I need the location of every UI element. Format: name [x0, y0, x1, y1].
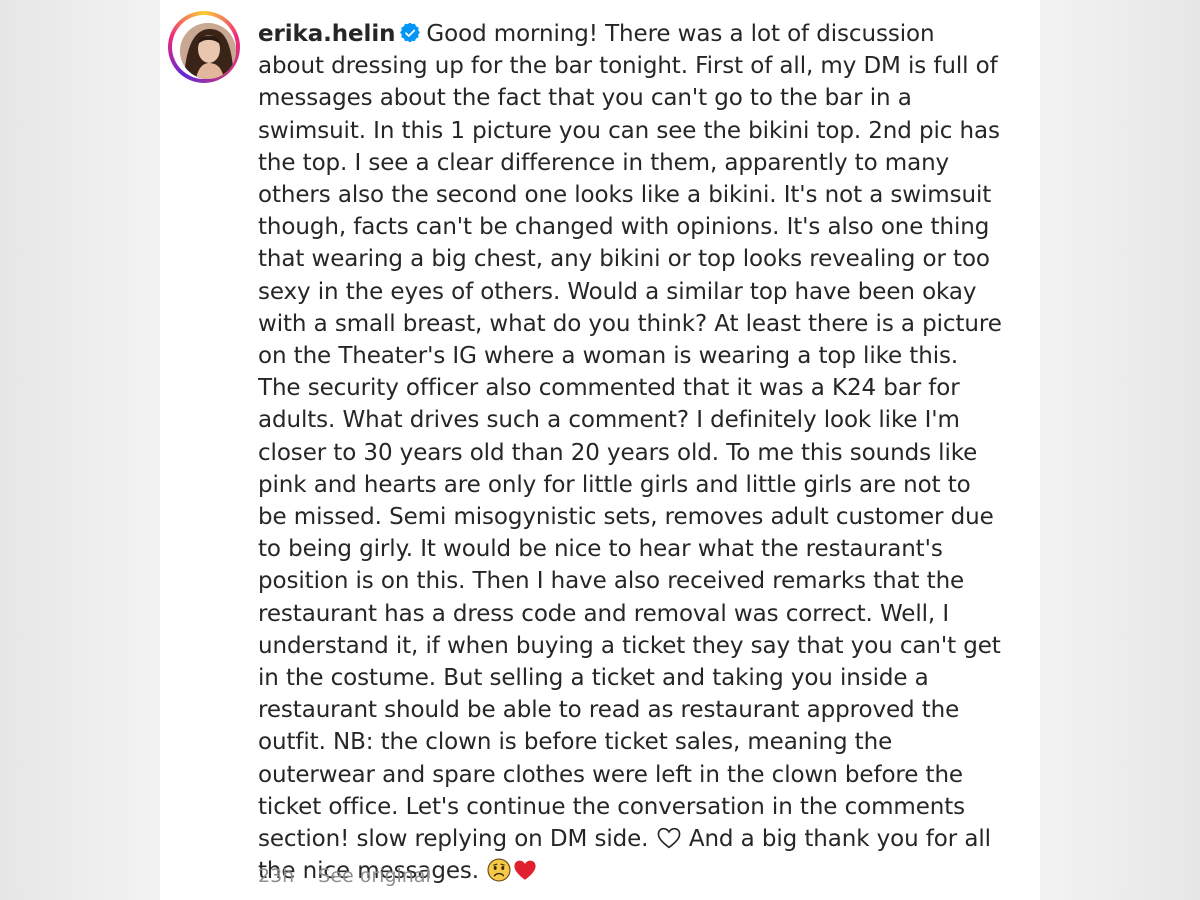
caption-text: Good morning! There was a lot of discuss… — [258, 21, 1002, 853]
post-caption: erika.helin Good morning! There was a lot… — [258, 18, 1006, 887]
see-original-link[interactable]: See original — [318, 865, 431, 887]
avatar[interactable] — [180, 23, 236, 79]
story-ring[interactable] — [168, 11, 240, 83]
avatar-image — [180, 23, 236, 79]
post-timestamp[interactable]: 23h — [258, 865, 294, 887]
username-link[interactable]: erika.helin — [258, 21, 396, 47]
instagram-caption-card: erika.helin Good morning! There was a lot… — [160, 0, 1040, 900]
verified-badge-icon — [400, 23, 421, 43]
red-heart-icon — [514, 860, 536, 881]
sad-face-icon — [487, 858, 511, 882]
white-heart-icon — [657, 827, 680, 849]
post-meta: 23h See original — [258, 865, 431, 887]
